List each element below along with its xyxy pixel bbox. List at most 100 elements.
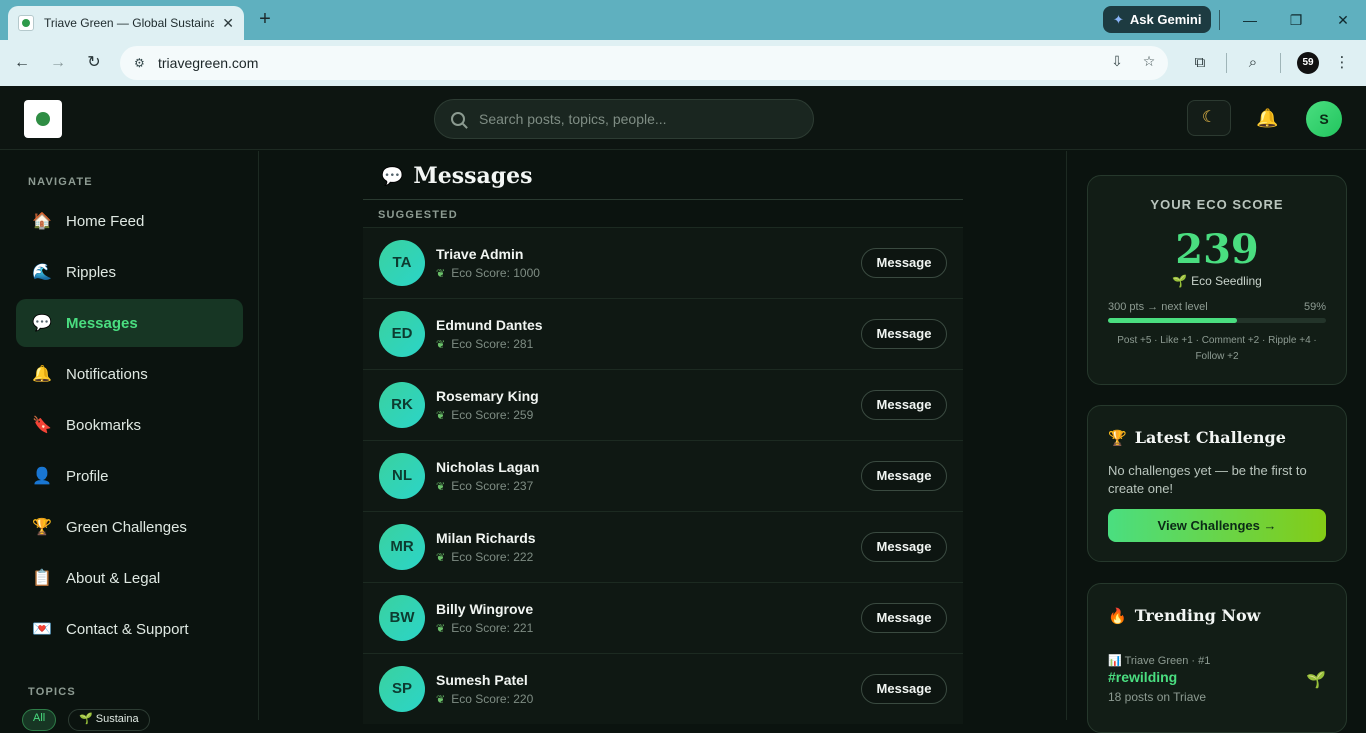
sidebar-item-home-feed[interactable]: 🏠 Home Feed xyxy=(16,197,243,245)
tab-search-icon[interactable]: ⌕ xyxy=(1242,52,1264,74)
message-button[interactable]: Message xyxy=(861,532,947,562)
search-icon xyxy=(451,112,465,126)
search-bar[interactable] xyxy=(434,99,814,139)
back-icon[interactable]: ← xyxy=(10,51,34,75)
tab-close-icon[interactable]: ✕ xyxy=(222,15,234,32)
latest-challenge-card: 🏆 Latest Challenge No challenges yet — b… xyxy=(1087,405,1347,562)
trending-title-text: Trending Now xyxy=(1134,606,1261,625)
chart-icon: 📊 xyxy=(1108,655,1125,667)
trend-post-count: 18 posts on Triave xyxy=(1108,690,1207,704)
toolbar-divider xyxy=(1280,53,1281,73)
gemini-spark-icon: ✦ xyxy=(1113,11,1124,27)
bookmark-star-icon[interactable]: ☆ xyxy=(1139,53,1159,73)
challenge-title-text: Latest Challenge xyxy=(1134,428,1286,447)
topic-chip-all[interactable]: All xyxy=(22,709,57,731)
user-name[interactable]: Billy Wingrove xyxy=(436,601,533,617)
speech-bubble-icon: 💬 xyxy=(381,165,404,186)
message-button[interactable]: Message xyxy=(861,461,947,491)
eco-score-text: Eco Score: 221 xyxy=(451,621,534,635)
seedling-icon: 🌱 xyxy=(1172,274,1188,288)
sidebar-item-notifications[interactable]: 🔔 Notifications xyxy=(16,350,243,398)
user-avatar[interactable]: RK xyxy=(379,382,425,428)
messages-panel: 💬 Messages SUGGESTED TA Triave Admin ❦ Ec… xyxy=(363,151,963,724)
user-name[interactable]: Edmund Dantes xyxy=(436,317,543,333)
address-bar[interactable]: ⚙ triavegreen.com ⇩ ☆ xyxy=(120,46,1168,80)
ask-gemini-button[interactable]: ✦ Ask Gemini xyxy=(1103,6,1211,33)
eco-score-text: Eco Score: 237 xyxy=(451,479,534,493)
user-row: RK Rosemary King ❦ Eco Score: 259 Message xyxy=(363,369,963,440)
topic-chip-sustainability[interactable]: 🌱 Sustaina xyxy=(68,709,150,731)
sidebar-item-label: Messages xyxy=(66,314,138,332)
user-row: NL Nicholas Lagan ❦ Eco Score: 237 Messag… xyxy=(363,440,963,511)
leaf-icon: ❦ xyxy=(436,693,446,706)
restore-icon[interactable]: ❐ xyxy=(1284,8,1308,32)
user-avatar[interactable]: NL xyxy=(379,453,425,499)
eco-level-text: Eco Seedling xyxy=(1191,274,1262,288)
trend-meta-text: Triave Green · #1 xyxy=(1124,655,1211,667)
message-button[interactable]: Message xyxy=(861,248,947,278)
leaf-icon: ❦ xyxy=(436,338,446,351)
theme-toggle-moon-icon[interactable]: ☾ xyxy=(1187,100,1231,136)
trending-title: 🔥 Trending Now xyxy=(1108,606,1260,625)
globe-leaf-icon xyxy=(36,112,50,126)
eco-score-text: Eco Score: 222 xyxy=(451,550,534,564)
bell-icon: 🔔 xyxy=(32,366,52,383)
message-button[interactable]: Message xyxy=(861,674,947,704)
minimize-icon[interactable]: — xyxy=(1238,8,1262,32)
bookmark-icon: 🔖 xyxy=(32,417,52,434)
sidebar-item-ripples[interactable]: 🌊 Ripples xyxy=(16,248,243,296)
user-name[interactable]: Nicholas Lagan xyxy=(436,459,539,475)
site-info-icon[interactable]: ⚙ xyxy=(134,56,150,70)
browser-tab[interactable]: Triave Green — Global Sustaina ✕ xyxy=(8,6,244,40)
sidebar-item-bookmarks[interactable]: 🔖 Bookmarks xyxy=(16,401,243,449)
title-divider xyxy=(363,199,963,200)
trending-card: 🔥 Trending Now 📊 Triave Green · #1 #rewi… xyxy=(1087,583,1347,733)
person-icon: 👤 xyxy=(32,468,52,485)
user-avatar[interactable]: S xyxy=(1306,101,1342,137)
leaf-icon: ❦ xyxy=(436,267,446,280)
user-avatar[interactable]: SP xyxy=(379,666,425,712)
sidebar-item-profile[interactable]: 👤 Profile xyxy=(16,452,243,500)
eco-score-value: 239 xyxy=(1175,226,1259,273)
extensions-icon[interactable]: ⧉ xyxy=(1189,52,1211,74)
sidebar-item-messages[interactable]: 💬 Messages xyxy=(16,299,243,347)
sidebar-item-about-legal[interactable]: 📋 About & Legal xyxy=(16,554,243,602)
forward-icon[interactable]: → xyxy=(46,51,70,75)
install-app-icon[interactable]: ⇩ xyxy=(1107,53,1127,73)
user-name[interactable]: Triave Admin xyxy=(436,246,540,262)
eco-score-text: Eco Score: 281 xyxy=(451,337,534,351)
sidebar-item-green-challenges[interactable]: 🏆 Green Challenges xyxy=(16,503,243,551)
trend-hashtag[interactable]: #rewilding xyxy=(1108,669,1177,685)
triave-logo[interactable] xyxy=(24,100,62,138)
user-name[interactable]: Sumesh Patel xyxy=(436,672,533,688)
wave-icon: 🌊 xyxy=(32,264,52,281)
close-window-icon[interactable]: ✕ xyxy=(1331,8,1355,32)
challenge-title: 🏆 Latest Challenge xyxy=(1108,428,1286,447)
browser-profile-avatar[interactable]: 59 xyxy=(1297,52,1319,74)
menu-kebab-icon[interactable]: ⋮ xyxy=(1331,52,1353,74)
search-input[interactable] xyxy=(479,111,799,127)
toolbar-divider xyxy=(1226,53,1227,73)
user-avatar[interactable]: TA xyxy=(379,240,425,286)
user-avatar[interactable]: ED xyxy=(379,311,425,357)
browser-titlebar: Triave Green — Global Sustaina ✕ + ✦ Ask… xyxy=(0,0,1366,40)
user-avatar[interactable]: BW xyxy=(379,595,425,641)
new-tab-icon[interactable]: + xyxy=(254,9,276,31)
message-button[interactable]: Message xyxy=(861,390,947,420)
tab-title: Triave Green — Global Sustaina xyxy=(44,16,214,30)
eco-score-card: YOUR ECO SCORE 239 🌱 Eco Seedling 300 pts… xyxy=(1087,175,1347,385)
sidebar-item-contact-support[interactable]: 💌 Contact & Support xyxy=(16,605,243,653)
page-title-text: Messages xyxy=(413,163,533,189)
leaf-icon: ❦ xyxy=(436,409,446,422)
user-name[interactable]: Rosemary King xyxy=(436,388,539,404)
points-rules: Post +5 · Like +1 · Comment +2 · Ripple … xyxy=(1117,335,1317,362)
reload-icon[interactable]: ↻ xyxy=(82,51,106,75)
user-avatar[interactable]: MR xyxy=(379,524,425,570)
view-challenges-button[interactable]: View Challenges → xyxy=(1108,509,1326,542)
message-button[interactable]: Message xyxy=(861,319,947,349)
user-name[interactable]: Milan Richards xyxy=(436,530,536,546)
url-text: triavegreen.com xyxy=(158,55,259,71)
notifications-bell-icon[interactable]: 🔔 xyxy=(1256,108,1278,129)
message-button[interactable]: Message xyxy=(861,603,947,633)
eco-score-heading: YOUR ECO SCORE xyxy=(1150,197,1284,212)
